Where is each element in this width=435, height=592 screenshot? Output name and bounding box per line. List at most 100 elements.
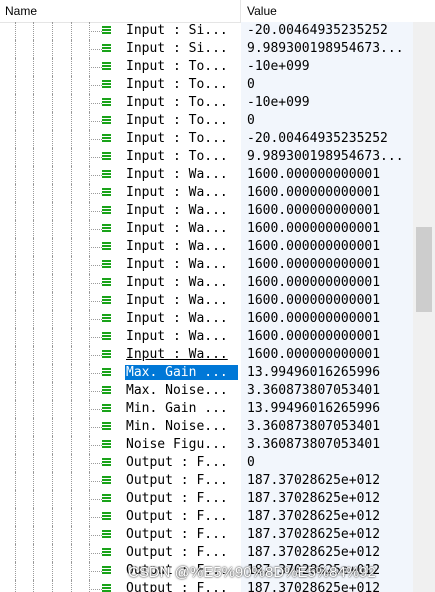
row-name[interactable]: Min. Noise... [126,419,228,434]
row-name[interactable]: Input : To... [126,149,228,164]
row-name[interactable]: Input : Wa... [126,167,228,182]
value-cell[interactable]: 1600.000000000001 [241,328,413,346]
leaf-node-icon [102,548,111,557]
tree-row[interactable]: Min. Gain ... 13.99496016265996 [0,400,413,418]
tree-row[interactable]: Input : Wa... 1600.000000000001 [0,166,413,184]
value-cell[interactable]: 9.989300198954673... [241,40,413,58]
tree-row[interactable]: Input : To... -10e+099 [0,94,413,112]
row-name[interactable]: Input : Wa... [126,347,228,362]
value-cell[interactable]: 1600.000000000001 [241,310,413,328]
row-name[interactable]: Input : Wa... [126,293,228,308]
value-cell[interactable]: -10e+099 [241,94,413,112]
row-name[interactable]: Output : F... [126,455,228,470]
value-cell[interactable]: 1600.000000000001 [241,184,413,202]
row-name[interactable]: Output : F... [126,509,228,524]
value-cell[interactable]: 13.99496016265996 [241,400,413,418]
value-cell[interactable]: 187.37028625e+012 [241,472,413,490]
value-cell[interactable]: -20.00464935235252 [241,22,413,40]
tree-row[interactable]: Output : F... 187.37028625e+012 [0,472,413,490]
row-name[interactable]: Min. Gain ... [126,401,228,416]
row-name[interactable]: Input : Si... [126,23,228,38]
row-name[interactable]: Output : F... [126,545,228,560]
tree-row[interactable]: Output : F... 187.37028625e+012 [0,544,413,562]
tree-row[interactable]: Output : F... 187.37028625e+012 [0,508,413,526]
tree-row[interactable]: Input : To... 0 [0,76,413,94]
tree-row[interactable]: Input : Wa... 1600.000000000001 [0,256,413,274]
value-cell[interactable]: -10e+099 [241,58,413,76]
tree-row[interactable]: Output : F... 0 [0,454,413,472]
tree-row[interactable]: Output : F... 187.37028625e+012 [0,490,413,508]
tree-row[interactable]: Output : F... 187.37028625e+012 [0,526,413,544]
tree-row[interactable]: Output : F... 187.37028625e+012 [0,580,413,592]
value-column-header[interactable]: Value [247,4,277,18]
row-name[interactable]: Input : Wa... [126,311,228,326]
value-cell[interactable]: 1600.000000000001 [241,346,413,364]
tree-row[interactable]: Input : Wa... 1600.000000000001 [0,310,413,328]
row-name[interactable]: Input : Wa... [126,203,228,218]
value-cell[interactable]: 1600.000000000001 [241,292,413,310]
tree-row[interactable]: Input : To... 0 [0,112,413,130]
value-cell[interactable]: 1600.000000000001 [241,274,413,292]
value-cell[interactable]: 1600.000000000001 [241,220,413,238]
value-cell[interactable]: 1600.000000000001 [241,238,413,256]
row-name[interactable]: Input : To... [126,113,228,128]
row-value: 1600.000000000001 [247,329,381,344]
tree-row[interactable]: Max. Noise... 3.360873807053401 [0,382,413,400]
row-name[interactable]: Output : F... [126,491,228,506]
tree-row[interactable]: Input : To... -20.00464935235252 [0,130,413,148]
tree-row[interactable]: Input : Wa... 1600.000000000001 [0,292,413,310]
value-cell[interactable]: 3.360873807053401 [241,436,413,454]
row-name[interactable]: Input : To... [126,77,228,92]
row-name[interactable]: Output : F... [126,473,228,488]
row-name[interactable]: Input : Wa... [126,275,228,290]
tree-row[interactable]: Input : Wa... 1600.000000000001 [0,238,413,256]
value-cell[interactable]: 1600.000000000001 [241,202,413,220]
scrollbar-thumb[interactable] [416,227,432,312]
vertical-scrollbar[interactable] [413,22,435,592]
row-name[interactable]: Input : Wa... [126,257,228,272]
value-cell[interactable]: -20.00464935235252 [241,130,413,148]
value-cell[interactable]: 187.37028625e+012 [241,544,413,562]
value-cell[interactable]: 0 [241,112,413,130]
tree-row[interactable]: Noise Figu... 3.360873807053401 [0,436,413,454]
value-cell[interactable]: 1600.000000000001 [241,256,413,274]
row-name[interactable]: Max. Noise... [126,383,228,398]
tree-row[interactable]: Input : Wa... 1600.000000000001 [0,346,413,364]
tree-row[interactable]: Min. Noise... 3.360873807053401 [0,418,413,436]
tree-row[interactable]: Input : Wa... 1600.000000000001 [0,274,413,292]
tree-row[interactable]: Max. Gain ... 13.99496016265996 [0,364,413,382]
tree-row[interactable]: Input : Si... -20.00464935235252 [0,22,413,40]
value-cell[interactable]: 3.360873807053401 [241,418,413,436]
value-cell[interactable]: 187.37028625e+012 [241,490,413,508]
row-name[interactable]: Input : Wa... [126,185,228,200]
row-name[interactable]: Input : To... [126,131,228,146]
value-cell[interactable]: 187.37028625e+012 [241,526,413,544]
tree-row[interactable]: Input : Wa... 1600.000000000001 [0,328,413,346]
value-cell[interactable]: 0 [241,76,413,94]
row-name[interactable]: Input : Wa... [126,329,228,344]
row-name[interactable]: Output : F... [126,527,228,542]
row-name[interactable]: Input : To... [126,59,228,74]
tree-row[interactable]: Input : To... -10e+099 [0,58,413,76]
value-cell[interactable]: 9.989300198954673... [241,148,413,166]
tree-row[interactable]: Input : Wa... 1600.000000000001 [0,220,413,238]
value-cell[interactable]: 1600.000000000001 [241,166,413,184]
value-cell[interactable]: 187.37028625e+012 [241,508,413,526]
value-cell[interactable]: 187.37028625e+012 [241,580,413,592]
row-name[interactable]: Input : Si... [126,41,228,56]
row-name[interactable]: Noise Figu... [126,437,228,452]
row-name[interactable]: Input : To... [126,95,228,110]
row-name[interactable]: Input : Wa... [126,239,228,254]
tree-row[interactable]: Input : Si... 9.989300198954673... [0,40,413,58]
value-cell[interactable]: 3.360873807053401 [241,382,413,400]
value-cell[interactable]: 0 [241,454,413,472]
tree-row[interactable]: Input : To... 9.989300198954673... [0,148,413,166]
column-divider[interactable] [240,0,241,22]
name-column-header[interactable]: Name [5,4,37,18]
tree-row[interactable]: Input : Wa... 1600.000000000001 [0,202,413,220]
row-name[interactable]: Output : F... [126,581,228,592]
value-cell[interactable]: 13.99496016265996 [241,364,413,382]
row-name[interactable]: Max. Gain ... [125,365,238,380]
row-name[interactable]: Input : Wa... [126,221,228,236]
tree-row[interactable]: Input : Wa... 1600.000000000001 [0,184,413,202]
